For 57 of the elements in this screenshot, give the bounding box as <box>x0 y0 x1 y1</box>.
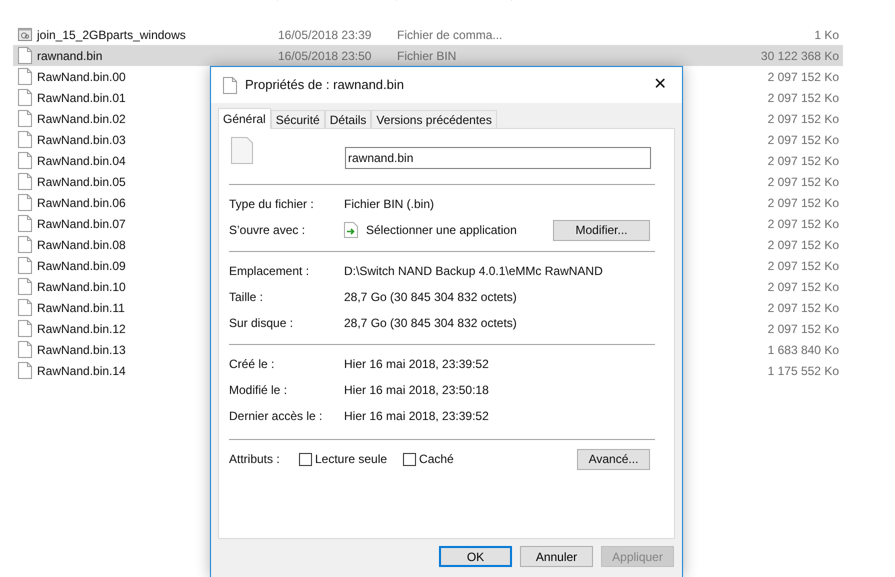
file-type: Fichier BIN <box>397 48 458 64</box>
field-label: Sur disque : <box>229 315 294 332</box>
file-size: 2 097 152 Ko <box>768 258 840 274</box>
file-size: 2 097 152 Ko <box>768 90 840 106</box>
file-name: RawNand.bin.07 <box>37 216 126 232</box>
field-value: 28,7 Go (30 845 304 832 octets) <box>344 289 517 306</box>
file-name: RawNand.bin.09 <box>37 258 126 274</box>
file-type: Fichier de comma... <box>397 26 504 44</box>
dialog-button: Appliquer <box>601 546 674 567</box>
file-name: RawNand.bin.00 <box>37 68 126 86</box>
field-value: Fichier BIN (.bin) <box>344 196 434 213</box>
field-value: Hier 16 mai 2018, 23:50:18 <box>344 382 489 399</box>
file-name: RawNand.bin.06 <box>37 194 126 212</box>
file-size: 2 097 152 Ko <box>768 194 840 212</box>
modified-date: 16/05/2018 23:50 <box>278 48 372 64</box>
file-size: 2 097 152 Ko <box>768 320 840 338</box>
field-value: Hier 16 mai 2018, 23:39:52 <box>344 356 489 373</box>
file-size: 2 097 152 Ko <box>768 110 840 128</box>
file-size: 2 097 152 Ko <box>768 300 840 316</box>
file-size: 2 097 152 Ko <box>768 174 840 190</box>
field-label: Emplacement : <box>229 263 310 280</box>
file-name: RawNand.bin.12 <box>37 320 126 338</box>
field-value: D:\Switch NAND Backup 4.0.1\eMMc RawNAND <box>344 263 603 280</box>
field-label: Taille : <box>229 289 264 306</box>
field-label: Créé le : <box>229 356 276 373</box>
file-name: RawNand.bin.02 <box>37 110 126 128</box>
file-name: RawNand.bin.13 <box>37 342 126 358</box>
field-value: 28,7 Go (30 845 304 832 octets) <box>344 315 517 332</box>
file-size: 2 097 152 Ko <box>768 152 840 170</box>
file-size: 2 097 152 Ko <box>768 68 840 86</box>
field-label: Attributs : <box>229 451 281 468</box>
file-name: RawNand.bin.11 <box>37 300 125 316</box>
file-size: 2 097 152 Ko <box>768 216 840 232</box>
file-name: join_15_2GBparts_windows <box>37 26 186 44</box>
file-name: RawNand.bin.01 <box>37 90 126 106</box>
modified-date: 16/05/2018 23:39 <box>278 26 372 44</box>
file-name: RawNand.bin.04 <box>37 152 126 170</box>
file-size: 1 683 840 Ko <box>768 342 840 358</box>
file-name: RawNand.bin.14 <box>37 362 126 380</box>
file-size: 1 175 552 Ko <box>768 362 840 380</box>
field-label: Modifié le : <box>229 382 288 399</box>
field-label: S’ouvre avec : <box>229 222 306 239</box>
field-label: Type du fichier : <box>229 196 315 213</box>
field-value: Sélectionner une application <box>366 222 518 239</box>
file-name: RawNand.bin.10 <box>37 278 126 296</box>
file-name: RawNand.bin.03 <box>37 132 126 148</box>
file-size: 1 Ko <box>814 26 840 44</box>
file-size: 2 097 152 Ko <box>768 236 840 254</box>
window-title: Propriétés de : rawnand.bin <box>245 76 405 94</box>
file-name: RawNand.bin.05 <box>37 174 126 190</box>
file-size: 2 097 152 Ko <box>768 132 840 148</box>
file-name: rawnand.bin <box>37 48 102 64</box>
file-name: RawNand.bin.08 <box>37 236 126 254</box>
file-size: 2 097 152 Ko <box>768 278 840 296</box>
field-label: Dernier accès le : <box>229 408 324 425</box>
file-size: 30 122 368 Ko <box>760 48 840 64</box>
field-value: Hier 16 mai 2018, 23:39:52 <box>344 408 489 425</box>
